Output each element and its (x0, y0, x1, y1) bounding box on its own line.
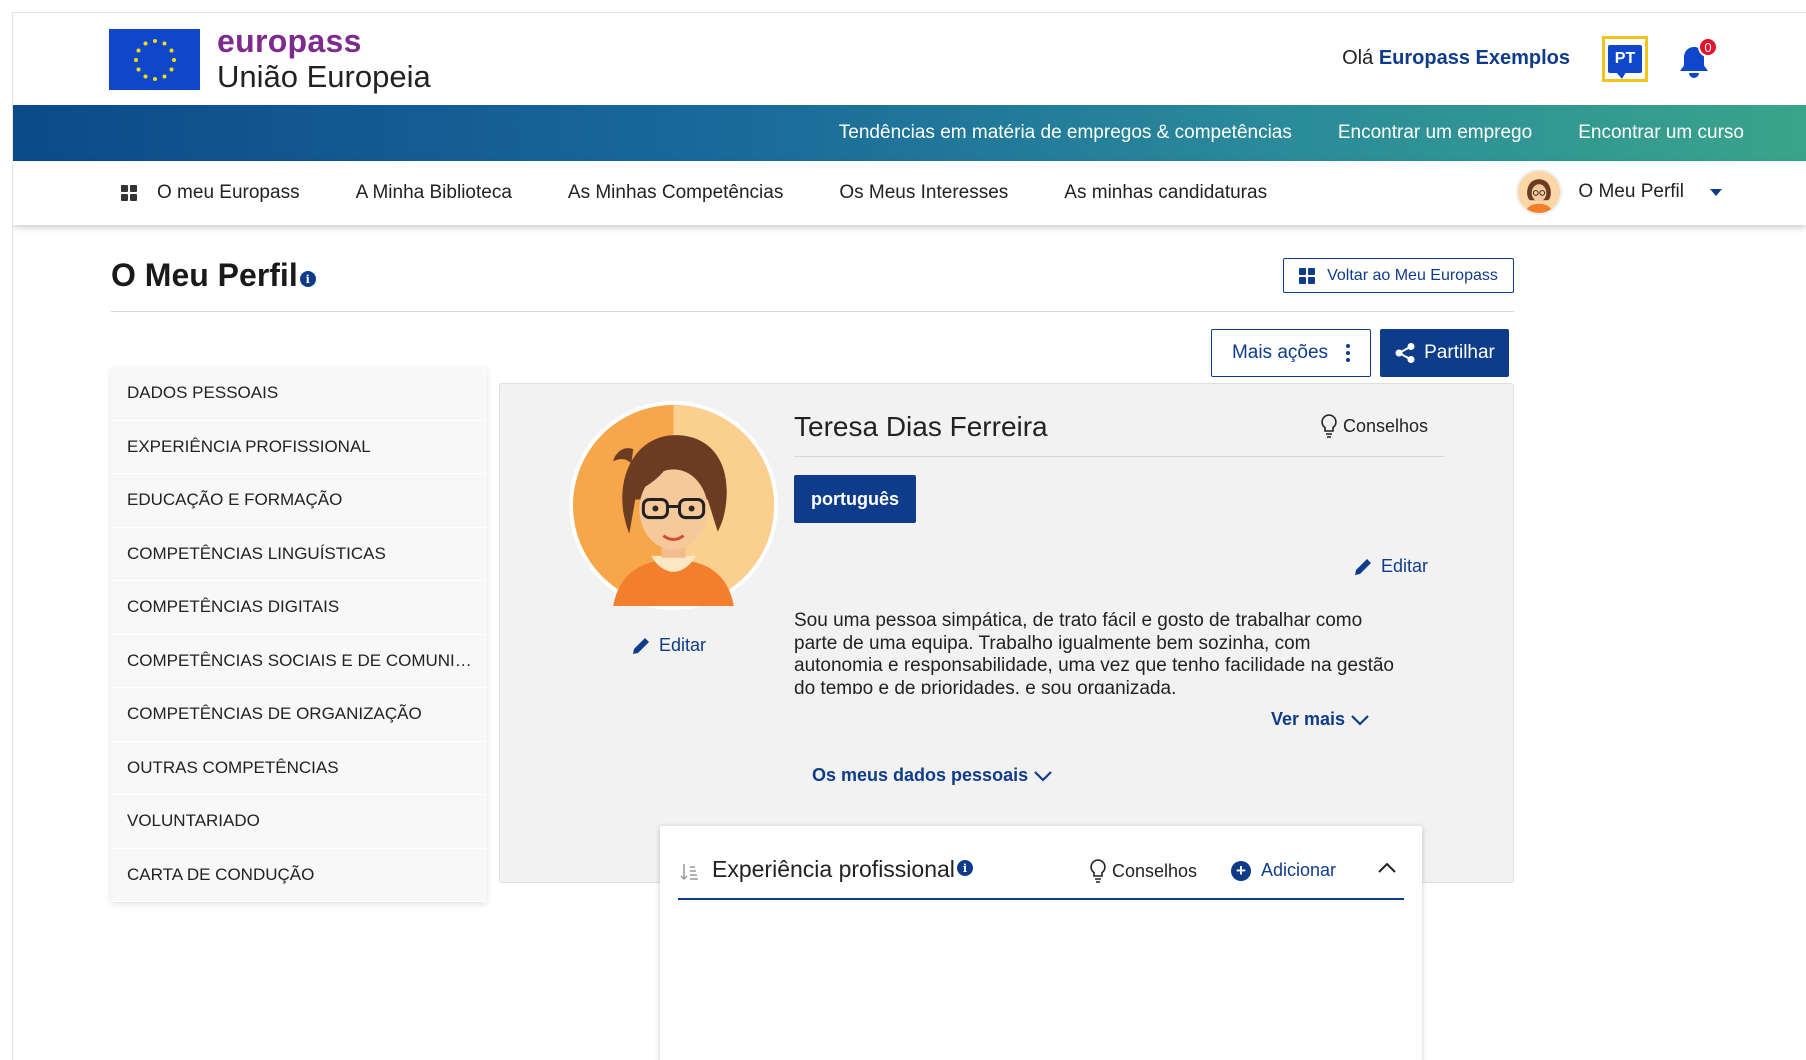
edit-photo-label: Editar (659, 635, 707, 655)
edit-about-link[interactable]: Editar (1353, 556, 1428, 577)
edit-photo-link[interactable]: Editar (631, 635, 706, 656)
see-more-label: Ver mais (1271, 709, 1346, 729)
eu-flag-icon[interactable] (109, 29, 200, 90)
subnav-item-interests[interactable]: Os Meus Interesses (839, 182, 1008, 204)
user-name-link[interactable]: Europass Exemplos (1379, 47, 1570, 69)
sidebar-item-social-skills[interactable]: COMPETÊNCIAS SOCIAIS E DE COMUNI… (111, 635, 487, 688)
profile-menu-label: O Meu Perfil (1578, 181, 1684, 202)
personal-data-label: Os meus dados pessoais (812, 765, 1029, 785)
edit-about-label: Editar (1381, 556, 1429, 576)
brand-name[interactable]: europass (217, 23, 362, 60)
sidebar-item-driving-licence[interactable]: CARTA DE CONDUÇÃO (111, 849, 487, 902)
sidebar-item-organisational-skills[interactable]: COMPETÊNCIAS DE ORGANIZAÇÃO (111, 688, 487, 742)
profile-language-button[interactable]: português (794, 475, 916, 523)
tips-label: Conselhos (1343, 415, 1429, 436)
primary-nav: Tendências em matéria de empregos & comp… (13, 105, 1806, 161)
greeting-label: Olá (1342, 47, 1374, 69)
share-label: Partilhar (1424, 342, 1495, 363)
grid-icon (1299, 267, 1316, 284)
page-title: O Meu Perfil i (111, 257, 316, 294)
name-divider (794, 456, 1444, 457)
sidebar-item-digital-skills[interactable]: COMPETÊNCIAS DIGITAIS (111, 581, 487, 635)
language-code: PT (1614, 50, 1636, 67)
tips-button[interactable]: Conselhos (1319, 413, 1428, 439)
profile-section-sidebar: DADOS PESSOAIS EXPERIÊNCIA PROFISSIONAL … (111, 367, 487, 902)
pencil-icon (1355, 558, 1371, 575)
avatar (1516, 169, 1563, 215)
experience-tips-label: Conselhos (1112, 860, 1198, 881)
more-actions-label: Mais ações (1231, 342, 1329, 363)
work-experience-title-text: Experiência profissional (712, 856, 955, 882)
kebab-icon (1346, 344, 1351, 362)
share-icon (1395, 343, 1415, 363)
notification-count-badge: 0 (1698, 37, 1718, 57)
language-selector-button[interactable]: PT (1602, 36, 1648, 82)
lightbulb-icon (1321, 414, 1337, 438)
sidebar-item-education[interactable]: EDUCAÇÃO E FORMAÇÃO (111, 474, 487, 528)
subnav-item-my-europass[interactable]: O meu Europass (121, 182, 300, 204)
subnav-item-applications[interactable]: As minhas candidaturas (1064, 182, 1267, 204)
info-icon[interactable]: i (299, 271, 316, 287)
pencil-icon (633, 637, 649, 654)
secondary-nav: O meu Europass A Minha Biblioteca As Min… (13, 161, 1806, 225)
chevron-down-icon (1034, 770, 1052, 782)
subnav-item-library[interactable]: A Minha Biblioteca (356, 182, 512, 204)
back-button-label: Voltar ao Meu Europass (1327, 266, 1498, 284)
lightbulb-icon (1090, 859, 1106, 883)
language-bubble-icon: PT (1608, 45, 1642, 79)
back-to-europass-button[interactable]: Voltar ao Meu Europass (1283, 258, 1514, 293)
add-experience-button[interactable]: + Adicionar (1231, 860, 1336, 881)
sidebar-item-personal-data[interactable]: DADOS PESSOAIS (111, 367, 487, 421)
nav-link-find-course[interactable]: Encontrar um curso (1578, 122, 1744, 144)
share-button[interactable]: Partilhar (1380, 329, 1509, 377)
subnav-item-skills[interactable]: As Minhas Competências (568, 182, 783, 204)
chevron-down-icon (1351, 714, 1369, 726)
app-window: europass União Europeia Olá Europass Exe… (12, 12, 1806, 1060)
see-more-link[interactable]: Ver mais (1271, 709, 1369, 730)
profile-menu-toggle[interactable]: O Meu Perfil (1516, 169, 1722, 215)
top-header: europass União Europeia Olá Europass Exe… (13, 13, 1806, 105)
personal-data-toggle[interactable]: Os meus dados pessoais (812, 765, 1052, 786)
title-divider (111, 311, 1514, 312)
plus-circle-icon: + (1231, 860, 1251, 881)
nav-link-find-job[interactable]: Encontrar um emprego (1338, 122, 1532, 144)
notifications-button[interactable]: 0 (1676, 37, 1718, 81)
work-experience-title: Experiência profissional i (712, 856, 973, 883)
profile-name: Teresa Dias Ferreira (794, 411, 1048, 442)
sidebar-item-other-skills[interactable]: OUTRAS COMPETÊNCIAS (111, 742, 487, 795)
add-experience-label: Adicionar (1261, 860, 1337, 880)
user-greeting: Olá Europass Exemplos (1342, 47, 1570, 70)
sort-icon[interactable] (680, 862, 700, 882)
subnav-label: O meu Europass (157, 182, 300, 203)
info-icon[interactable]: i (956, 860, 973, 876)
nav-link-trends[interactable]: Tendências em matéria de empregos & comp… (839, 122, 1292, 144)
sidebar-item-work-experience[interactable]: EXPERIÊNCIA PROFISSIONAL (111, 421, 487, 474)
experience-tips-button[interactable]: Conselhos (1088, 858, 1197, 884)
profile-photo (569, 401, 778, 610)
about-me-text: Sou uma pessoa simpática, de trato fácil… (794, 610, 1394, 694)
page-title-text: O Meu Perfil (111, 257, 298, 293)
chevron-down-icon (1710, 188, 1722, 196)
grid-icon (121, 185, 137, 201)
chevron-up-icon[interactable] (1378, 862, 1396, 874)
sidebar-item-language-skills[interactable]: COMPETÊNCIAS LINGUÍSTICAS (111, 528, 487, 581)
sidebar-item-volunteering[interactable]: VOLUNTARIADO (111, 795, 487, 849)
brand-subtitle: União Europeia (217, 59, 431, 94)
work-experience-header: Experiência profissional i Conselhos + A… (678, 826, 1404, 900)
more-actions-button[interactable]: Mais ações (1211, 329, 1371, 377)
work-experience-panel: Experiência profissional i Conselhos + A… (660, 826, 1422, 1060)
